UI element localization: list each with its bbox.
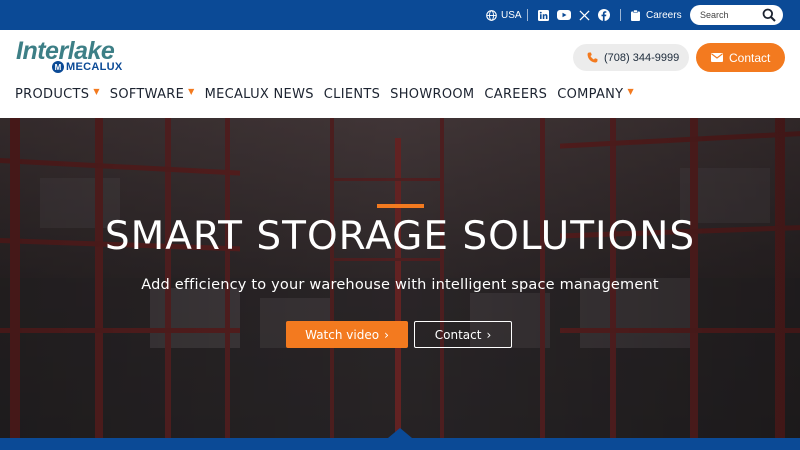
phone-number: (708) 344-9999 xyxy=(604,51,680,64)
linkedin-link[interactable] xyxy=(538,0,549,30)
watch-video-button[interactable]: Watch video › xyxy=(286,321,408,348)
nav-item-label: MECALUX NEWS xyxy=(204,86,314,102)
country-label: USA xyxy=(501,9,522,21)
nav-item-clients[interactable]: CLIENTS xyxy=(324,85,380,103)
nav-item-mecalux-news[interactable]: MECALUX NEWS xyxy=(205,85,314,103)
header-contact-label: Contact xyxy=(729,50,771,65)
nav-item-label: PRODUCTS xyxy=(15,86,90,102)
globe-icon xyxy=(486,9,497,21)
main-nav: PRODUCTS ▼ SOFTWARE ▼ MECALUX NEWS CLIEN… xyxy=(15,85,644,103)
hero-banner: SMART STORAGE SOLUTIONS Add efficiency t… xyxy=(0,118,800,438)
interlake-logo[interactable]: Interlake M MECALUX xyxy=(16,38,122,73)
careers-link[interactable]: Careers xyxy=(631,0,682,30)
x-link[interactable] xyxy=(579,0,590,30)
facebook-link[interactable] xyxy=(598,0,610,30)
phone-button[interactable]: (708) 344-9999 xyxy=(573,44,689,71)
caret-down-icon: ▼ xyxy=(93,86,100,96)
linkedin-icon xyxy=(538,9,549,21)
scroll-notch xyxy=(388,428,412,438)
country-selector[interactable]: USA xyxy=(486,0,522,30)
nav-item-software[interactable]: SOFTWARE ▼ xyxy=(110,85,195,103)
bottom-band xyxy=(0,438,800,450)
careers-label: Careers xyxy=(646,9,682,21)
youtube-link[interactable] xyxy=(557,0,571,30)
caret-down-icon: ▼ xyxy=(627,86,634,96)
header-contact-button[interactable]: Contact xyxy=(696,43,785,72)
search-icon[interactable] xyxy=(762,8,776,22)
x-icon xyxy=(579,9,590,21)
clipboard-icon xyxy=(631,9,640,21)
phone-icon xyxy=(587,52,598,63)
nav-item-company[interactable]: COMPANY ▼ xyxy=(557,85,634,103)
caret-down-icon: ▼ xyxy=(188,86,195,96)
mecalux-logo: M MECALUX xyxy=(52,61,123,73)
hero-title: SMART STORAGE SOLUTIONS xyxy=(104,214,696,259)
hero-subtitle: Add efficiency to your warehouse with in… xyxy=(141,277,659,293)
divider xyxy=(527,9,528,21)
title-accent-bar xyxy=(377,204,424,208)
nav-item-label: CAREERS xyxy=(484,86,548,102)
nav-item-careers[interactable]: CAREERS xyxy=(484,85,547,103)
site-header: Interlake M MECALUX (708) 344-9999 Conta… xyxy=(0,30,800,118)
nav-item-label: COMPANY xyxy=(557,86,624,102)
facebook-icon xyxy=(598,9,610,21)
nav-item-products[interactable]: PRODUCTS ▼ xyxy=(15,85,100,103)
nav-item-label: CLIENTS xyxy=(323,86,381,102)
chevron-right-icon: › xyxy=(384,327,389,342)
hero-contact-label: Contact xyxy=(434,327,482,342)
nav-item-label: SOFTWARE xyxy=(109,86,185,102)
nav-item-showroom[interactable]: SHOWROOM xyxy=(390,85,474,103)
youtube-icon xyxy=(557,10,571,20)
watch-video-label: Watch video xyxy=(305,327,380,342)
mecalux-label: MECALUX xyxy=(66,61,123,73)
mecalux-m-icon: M xyxy=(52,61,64,73)
mail-icon xyxy=(711,53,723,62)
search-input[interactable] xyxy=(700,10,760,20)
top-bar: USA Careers xyxy=(0,0,800,30)
search-box[interactable] xyxy=(690,5,783,25)
nav-item-label: SHOWROOM xyxy=(390,86,475,102)
chevron-right-icon: › xyxy=(486,327,492,342)
divider xyxy=(620,9,621,21)
hero-contact-button[interactable]: Contact › xyxy=(414,321,512,348)
